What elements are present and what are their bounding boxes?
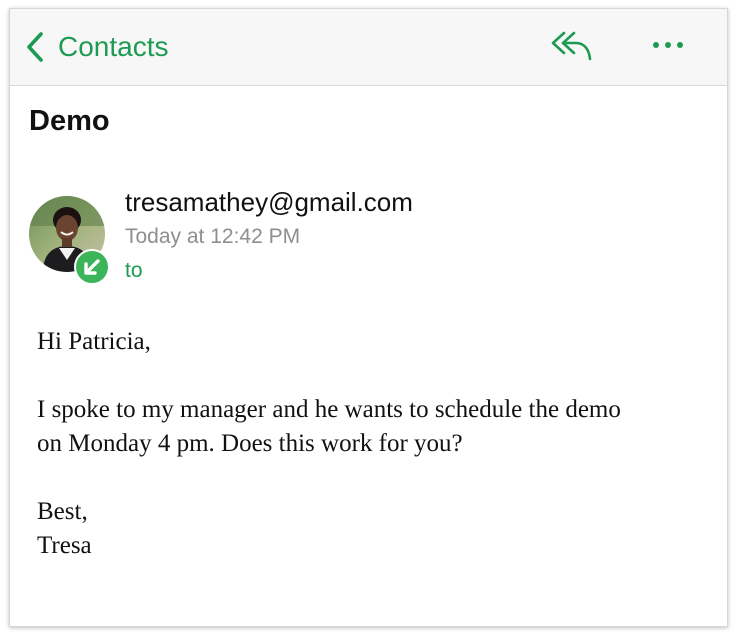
chevron-left-icon <box>26 31 44 63</box>
email-timestamp: Today at 12:42 PM <box>125 225 301 248</box>
more-horizontal-icon <box>650 42 686 59</box>
sender-email[interactable]: tresamathey@gmail.com <box>125 187 413 218</box>
sender-avatar-group[interactable] <box>29 196 110 288</box>
back-button[interactable]: Contacts <box>26 27 169 67</box>
email-subject: Demo <box>29 105 110 137</box>
recipients-link[interactable]: to <box>125 259 143 283</box>
navigation-bar: Contacts <box>10 9 727 86</box>
body-signature: Tresa <box>37 532 92 559</box>
body-line-1: I spoke to my manager and he wants to sc… <box>37 396 621 423</box>
email-detail-screen: Contacts Demo tresamathey@gmail.com Toda… <box>9 8 728 627</box>
back-button-label: Contacts <box>58 31 169 62</box>
body-line-2: on Monday 4 pm. Does this work for you? <box>37 430 463 457</box>
incoming-arrow-icon <box>74 249 110 285</box>
body-closing: Best, <box>37 498 88 525</box>
reply-icon <box>550 31 594 67</box>
more-options-button[interactable] <box>650 35 686 55</box>
body-greeting: Hi Patricia, <box>37 328 151 355</box>
reply-button[interactable] <box>550 29 594 63</box>
email-body: Hi Patricia, I spoke to my manager and h… <box>37 325 707 563</box>
